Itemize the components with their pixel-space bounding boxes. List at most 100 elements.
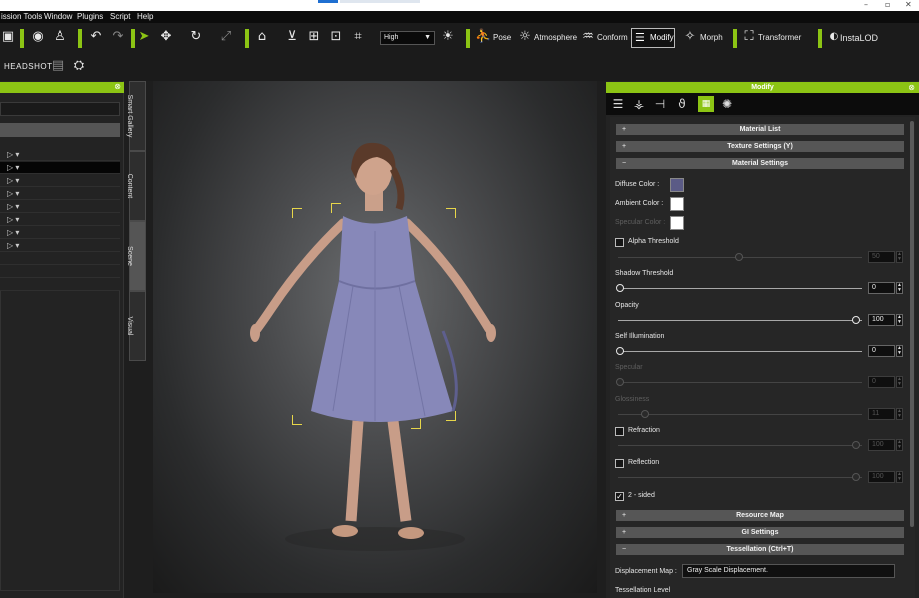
panel-scrollbar[interactable] <box>910 121 914 527</box>
transformer-button[interactable]: Transformer <box>758 29 801 47</box>
conform-button[interactable]: Conform <box>597 29 628 47</box>
reflection-checkbox[interactable] <box>615 459 624 468</box>
list-item[interactable] <box>0 266 120 278</box>
glossiness-knob[interactable] <box>641 410 649 418</box>
list-item[interactable]: ▷ ▾ <box>0 240 120 252</box>
menu-script[interactable]: Script <box>110 12 130 21</box>
list-item[interactable]: ▷ ▾ <box>0 227 120 239</box>
spring-tab-icon[interactable]: ϑ <box>674 96 690 112</box>
morph-tab-icon[interactable]: ⊣ <box>652 96 668 112</box>
diffuse-color-swatch[interactable] <box>670 178 684 192</box>
visibility-icon[interactable]: ▷ ▾ <box>7 162 19 174</box>
shadow-threshold-slider[interactable] <box>618 288 862 289</box>
light-icon[interactable]: ☀ <box>440 29 456 45</box>
tab-scene[interactable]: Scene <box>126 221 146 291</box>
visibility-icon[interactable]: ▷ ▾ <box>7 240 19 252</box>
alpha-threshold-checkbox[interactable] <box>615 238 624 247</box>
self-illumination-slider[interactable] <box>618 351 862 352</box>
close-panel-icon[interactable]: ⊗ <box>908 82 915 93</box>
visibility-icon[interactable]: ▷ ▾ <box>7 227 19 239</box>
tab-visual[interactable]: Visual <box>126 291 146 361</box>
list-item[interactable]: ▷ ▾ <box>0 188 120 200</box>
section-material-settings[interactable]: − Material Settings <box>616 158 904 169</box>
camera-settings-icon[interactable]: ⌗ <box>350 29 366 45</box>
self-illumination-input[interactable]: 0 <box>868 345 895 357</box>
active-window-tab[interactable] <box>318 0 338 3</box>
ambient-color-swatch[interactable] <box>670 197 684 211</box>
list-item[interactable]: ▷ ▾ <box>0 175 120 187</box>
move-icon[interactable]: ✥ <box>158 29 174 45</box>
alpha-threshold-knob[interactable] <box>735 253 743 261</box>
reflection-slider[interactable] <box>618 477 862 478</box>
glossiness-slider[interactable] <box>618 414 862 415</box>
align-bottom-icon[interactable]: ⊻ <box>284 29 300 45</box>
refraction-input[interactable]: 100 <box>868 439 895 451</box>
visibility-icon[interactable]: ▷ ▾ <box>7 149 19 161</box>
opacity-input[interactable]: 100 <box>868 314 895 326</box>
frame-icon[interactable]: ⊡ <box>328 29 344 45</box>
specular-slider[interactable] <box>618 382 862 383</box>
redo-icon[interactable]: ↷ <box>110 29 126 45</box>
modify-button[interactable]: ☰ Modify <box>631 28 675 48</box>
section-tessellation[interactable]: − Tessellation (Ctrl+T) <box>616 544 904 555</box>
rotate-icon[interactable]: ↻ <box>188 29 204 45</box>
reflection-spinner[interactable]: ▲ ▼ <box>896 471 903 483</box>
specular-color-swatch[interactable] <box>670 216 684 230</box>
opacity-knob[interactable] <box>852 316 860 324</box>
glossiness-input[interactable]: 11 <box>868 408 895 420</box>
shadow-threshold-knob[interactable] <box>616 284 624 292</box>
shadow-threshold-input[interactable]: 0 <box>868 282 895 294</box>
render-quality-select[interactable]: High ▼ <box>380 31 435 45</box>
visibility-icon[interactable]: ▷ ▾ <box>7 201 19 213</box>
attribute-tab-icon[interactable]: ☰ <box>610 96 626 112</box>
select-arrow-icon[interactable]: ➤ <box>136 29 152 45</box>
menu-mission-tools[interactable]: ission Tools <box>1 12 42 21</box>
refraction-checkbox[interactable] <box>615 427 624 436</box>
home-icon[interactable]: ⌂ <box>254 29 270 45</box>
refraction-slider[interactable] <box>618 445 862 446</box>
close-window-icon[interactable]: ✕ <box>905 0 912 9</box>
visibility-icon[interactable]: ▷ ▾ <box>7 214 19 226</box>
3d-viewport[interactable] <box>153 81 597 593</box>
reflection-knob[interactable] <box>852 473 860 481</box>
displacement-map-field[interactable]: Gray Scale Displacement. <box>682 564 895 578</box>
alpha-threshold-spinner[interactable]: ▲ ▼ <box>896 251 903 263</box>
list-item[interactable] <box>0 253 120 265</box>
visibility-icon[interactable]: ▷ ▾ <box>7 188 19 200</box>
list-item[interactable]: ▷ ▾ <box>0 162 120 174</box>
section-gi-settings[interactable]: + GI Settings <box>616 527 904 538</box>
menu-window[interactable]: Window <box>44 12 72 21</box>
document-icon[interactable]: ▤ <box>50 58 66 74</box>
specular-spinner[interactable]: ▲ ▼ <box>896 376 903 388</box>
camera-icon[interactable]: ◉ <box>30 29 46 45</box>
glossiness-spinner[interactable]: ▲ ▼ <box>896 408 903 420</box>
section-material-list[interactable]: + Material List <box>616 124 904 135</box>
menu-help[interactable]: Help <box>137 12 153 21</box>
shadow-threshold-spinner[interactable]: ▲ ▼ <box>896 282 903 294</box>
morph-button[interactable]: Morph <box>700 29 723 47</box>
opacity-slider[interactable] <box>618 320 862 321</box>
self-illumination-knob[interactable] <box>616 347 624 355</box>
list-item[interactable]: ▷ ▾ <box>0 214 120 226</box>
list-item[interactable]: ▷ ▾ <box>0 149 120 161</box>
tab-content[interactable]: Content <box>126 151 146 221</box>
instalod-button[interactable]: InstaLOD <box>840 29 878 47</box>
reflection-input[interactable]: 100 <box>868 471 895 483</box>
list-item[interactable]: ▷ ▾ <box>0 201 120 213</box>
two-sided-checkbox[interactable]: ✓ <box>615 492 624 501</box>
minimize-icon[interactable]: – <box>864 0 868 9</box>
maximize-icon[interactable]: ▫ <box>885 0 890 9</box>
material-tab-icon[interactable]: ▦ <box>698 96 714 112</box>
menu-plugins[interactable]: Plugins <box>77 12 103 21</box>
headshot-label[interactable]: HEADSHOT <box>4 62 52 71</box>
scene-search-input[interactable] <box>0 102 120 116</box>
specular-knob[interactable] <box>616 378 624 386</box>
opacity-spinner[interactable]: ▲ ▼ <box>896 314 903 326</box>
motion-tab-icon[interactable]: ⚶ <box>631 96 647 112</box>
section-texture-settings[interactable]: + Texture Settings (Y) <box>616 141 904 152</box>
window-tab[interactable] <box>340 0 420 3</box>
specular-input[interactable]: 0 <box>868 376 895 388</box>
physics-tab-icon[interactable]: ✺ <box>719 96 735 112</box>
fit-view-icon[interactable]: ⊞ <box>306 29 322 45</box>
undo-icon[interactable]: ↶ <box>88 29 104 45</box>
